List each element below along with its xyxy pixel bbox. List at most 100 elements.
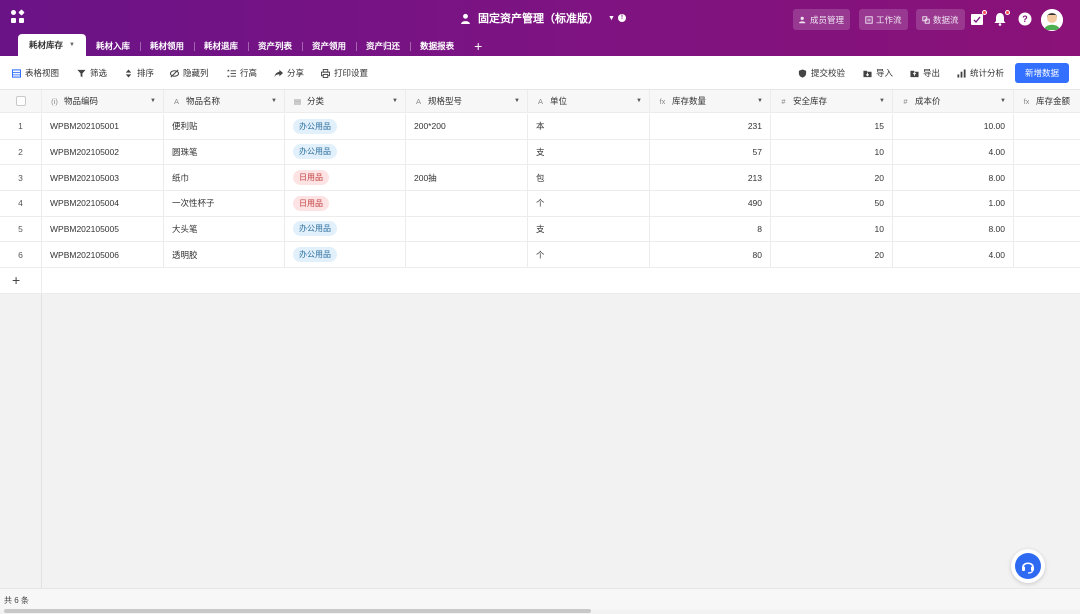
cell-item-name[interactable]: 一次性杯子: [164, 190, 285, 216]
new-data-button[interactable]: 新增数据: [1015, 63, 1069, 83]
cell-category[interactable]: 办公用品: [285, 216, 406, 242]
column-header-item-code[interactable]: (i) 物品编码 ▼: [42, 90, 164, 112]
cell-item-code[interactable]: WPBM202105005: [42, 216, 164, 242]
cell-safety-stock[interactable]: 15: [771, 114, 893, 139]
column-header-unit[interactable]: A 单位 ▼: [528, 90, 650, 112]
help-icon[interactable]: ?: [1018, 12, 1032, 26]
select-all-checkbox[interactable]: [15, 96, 26, 106]
cell-stock-amount[interactable]: [1014, 165, 1080, 190]
cell-cost-price[interactable]: 10.00: [893, 114, 1014, 139]
tab-data-report[interactable]: 数据报表: [410, 36, 464, 56]
member-management-button[interactable]: 成员管理: [793, 9, 851, 30]
share-button[interactable]: 分享: [274, 67, 304, 79]
cell-unit[interactable]: 支: [528, 216, 650, 242]
cell-item-name[interactable]: 圆珠笔: [164, 139, 285, 165]
column-header-stock-amount[interactable]: fx 库存金额: [1014, 90, 1080, 112]
cell-category[interactable]: 日用品: [285, 165, 406, 190]
app-title-group[interactable]: 固定资产管理（标准版） ▼ !: [460, 11, 626, 25]
cell-stock-amount[interactable]: [1014, 114, 1080, 139]
notification-bell-icon[interactable]: [993, 10, 1010, 26]
column-header-category[interactable]: ▤ 分类 ▼: [285, 90, 406, 112]
tab-asset-return[interactable]: 资产归还: [356, 36, 410, 56]
table-row[interactable]: 1 WPBM202105001 便利贴 办公用品 200*200 本 231 15 10.00: [0, 114, 1080, 140]
cell-cost-price[interactable]: 4.00: [893, 139, 1014, 165]
cell-unit[interactable]: 本: [528, 114, 650, 139]
submit-check-button[interactable]: 提交校验: [798, 67, 845, 79]
cell-stock-qty[interactable]: 213: [650, 165, 771, 190]
cell-unit[interactable]: 个: [528, 190, 650, 216]
row-height-button[interactable]: 行高: [227, 67, 257, 79]
horizontal-scrollbar[interactable]: [4, 609, 591, 613]
add-row-button[interactable]: +: [12, 272, 20, 288]
column-menu-icon[interactable]: ▼: [757, 98, 763, 104]
column-menu-icon[interactable]: ▼: [636, 98, 642, 104]
cell-spec-model[interactable]: 200抽: [406, 165, 528, 190]
cell-stock-qty[interactable]: 8: [650, 216, 771, 242]
cell-item-code[interactable]: WPBM202105001: [42, 114, 164, 139]
cell-stock-amount[interactable]: [1014, 191, 1080, 216]
filter-button[interactable]: 筛选: [77, 67, 107, 79]
cell-stock-qty[interactable]: 57: [650, 139, 771, 165]
cell-category[interactable]: 办公用品: [285, 114, 406, 139]
table-row[interactable]: 5 WPBM202105005 大头笔 办公用品 支 8 10 8.00: [0, 216, 1080, 243]
cell-item-name[interactable]: 大头笔: [164, 216, 285, 242]
cell-stock-qty[interactable]: 490: [650, 190, 771, 216]
hide-columns-button[interactable]: 隐藏列: [170, 67, 209, 79]
cell-category[interactable]: 办公用品: [285, 139, 406, 165]
user-avatar[interactable]: [1041, 9, 1063, 31]
cell-cost-price[interactable]: 8.00: [893, 216, 1014, 242]
cell-stock-amount[interactable]: [1014, 242, 1080, 267]
column-menu-icon[interactable]: ▼: [271, 98, 277, 104]
cell-stock-qty[interactable]: 80: [650, 242, 771, 267]
customer-support-button[interactable]: [1011, 549, 1045, 583]
dataflow-button[interactable]: 数据流: [916, 9, 965, 30]
tab-asset-list[interactable]: 资产列表: [248, 36, 302, 56]
cell-category[interactable]: 日用品: [285, 190, 406, 216]
table-row[interactable]: 2 WPBM202105002 圆珠笔 办公用品 支 57 10 4.00: [0, 139, 1080, 166]
cell-spec-model[interactable]: [406, 216, 528, 242]
column-header-cost-price[interactable]: # 成本价 ▼: [893, 90, 1014, 112]
tab-asset-requisition[interactable]: 资产领用: [302, 36, 356, 56]
cell-item-name[interactable]: 便利贴: [164, 114, 285, 139]
table-row[interactable]: 6 WPBM202105006 透明胶 办公用品 个 80 20 4.00: [0, 242, 1080, 268]
info-icon[interactable]: !: [617, 14, 626, 22]
cell-item-code[interactable]: WPBM202105006: [42, 242, 164, 267]
column-header-stock-qty[interactable]: fx 库存数量 ▼: [650, 90, 771, 112]
cell-category[interactable]: 办公用品: [285, 242, 406, 267]
table-row[interactable]: 4 WPBM202105004 一次性杯子 日用品 个 490 50 1.00: [0, 190, 1080, 217]
column-menu-icon[interactable]: ▼: [150, 98, 156, 104]
cell-spec-model[interactable]: 200*200: [406, 114, 528, 139]
column-header-item-name[interactable]: A 物品名称 ▼: [164, 90, 285, 112]
tab-consumable-stock[interactable]: 耗材库存 ▼: [18, 34, 86, 56]
cell-safety-stock[interactable]: 20: [771, 165, 893, 190]
sort-button[interactable]: 排序: [124, 67, 154, 79]
apps-grid-icon[interactable]: [11, 9, 25, 24]
cell-stock-amount[interactable]: [1014, 217, 1080, 242]
cell-unit[interactable]: 包: [528, 165, 650, 190]
cell-item-code[interactable]: WPBM202105004: [42, 190, 164, 216]
print-settings-button[interactable]: 打印设置: [321, 67, 368, 79]
tab-consumable-requisition[interactable]: 耗材领用: [139, 36, 194, 56]
add-tab-button[interactable]: +: [464, 36, 492, 56]
table-row[interactable]: 3 WPBM202105003 纸巾 日用品 200抽包 213 20 8.00: [0, 165, 1080, 191]
export-button[interactable]: 导出: [910, 67, 940, 79]
cell-item-name[interactable]: 纸巾: [164, 165, 285, 190]
cell-item-code[interactable]: WPBM202105002: [42, 139, 164, 165]
cell-cost-price[interactable]: 1.00: [893, 190, 1014, 216]
cell-stock-amount[interactable]: [1014, 140, 1080, 165]
cell-unit[interactable]: 个: [528, 242, 650, 267]
column-menu-icon[interactable]: ▼: [514, 98, 520, 104]
column-menu-icon[interactable]: ▼: [1000, 98, 1006, 104]
import-button[interactable]: 导入: [863, 67, 893, 79]
statistics-button[interactable]: 统计分析: [957, 67, 1004, 79]
cell-safety-stock[interactable]: 10: [771, 216, 893, 242]
table-view-button[interactable]: 表格视图: [12, 67, 59, 79]
cell-item-name[interactable]: 透明胶: [164, 242, 285, 267]
cell-spec-model[interactable]: [406, 242, 528, 267]
cell-cost-price[interactable]: 8.00: [893, 165, 1014, 190]
column-header-spec-model[interactable]: A 规格型号 ▼: [406, 90, 528, 112]
task-icon[interactable]: [970, 10, 987, 26]
cell-item-code[interactable]: WPBM202105003: [42, 165, 164, 190]
cell-spec-model[interactable]: [406, 190, 528, 216]
tab-dropdown-icon[interactable]: ▼: [69, 42, 75, 48]
